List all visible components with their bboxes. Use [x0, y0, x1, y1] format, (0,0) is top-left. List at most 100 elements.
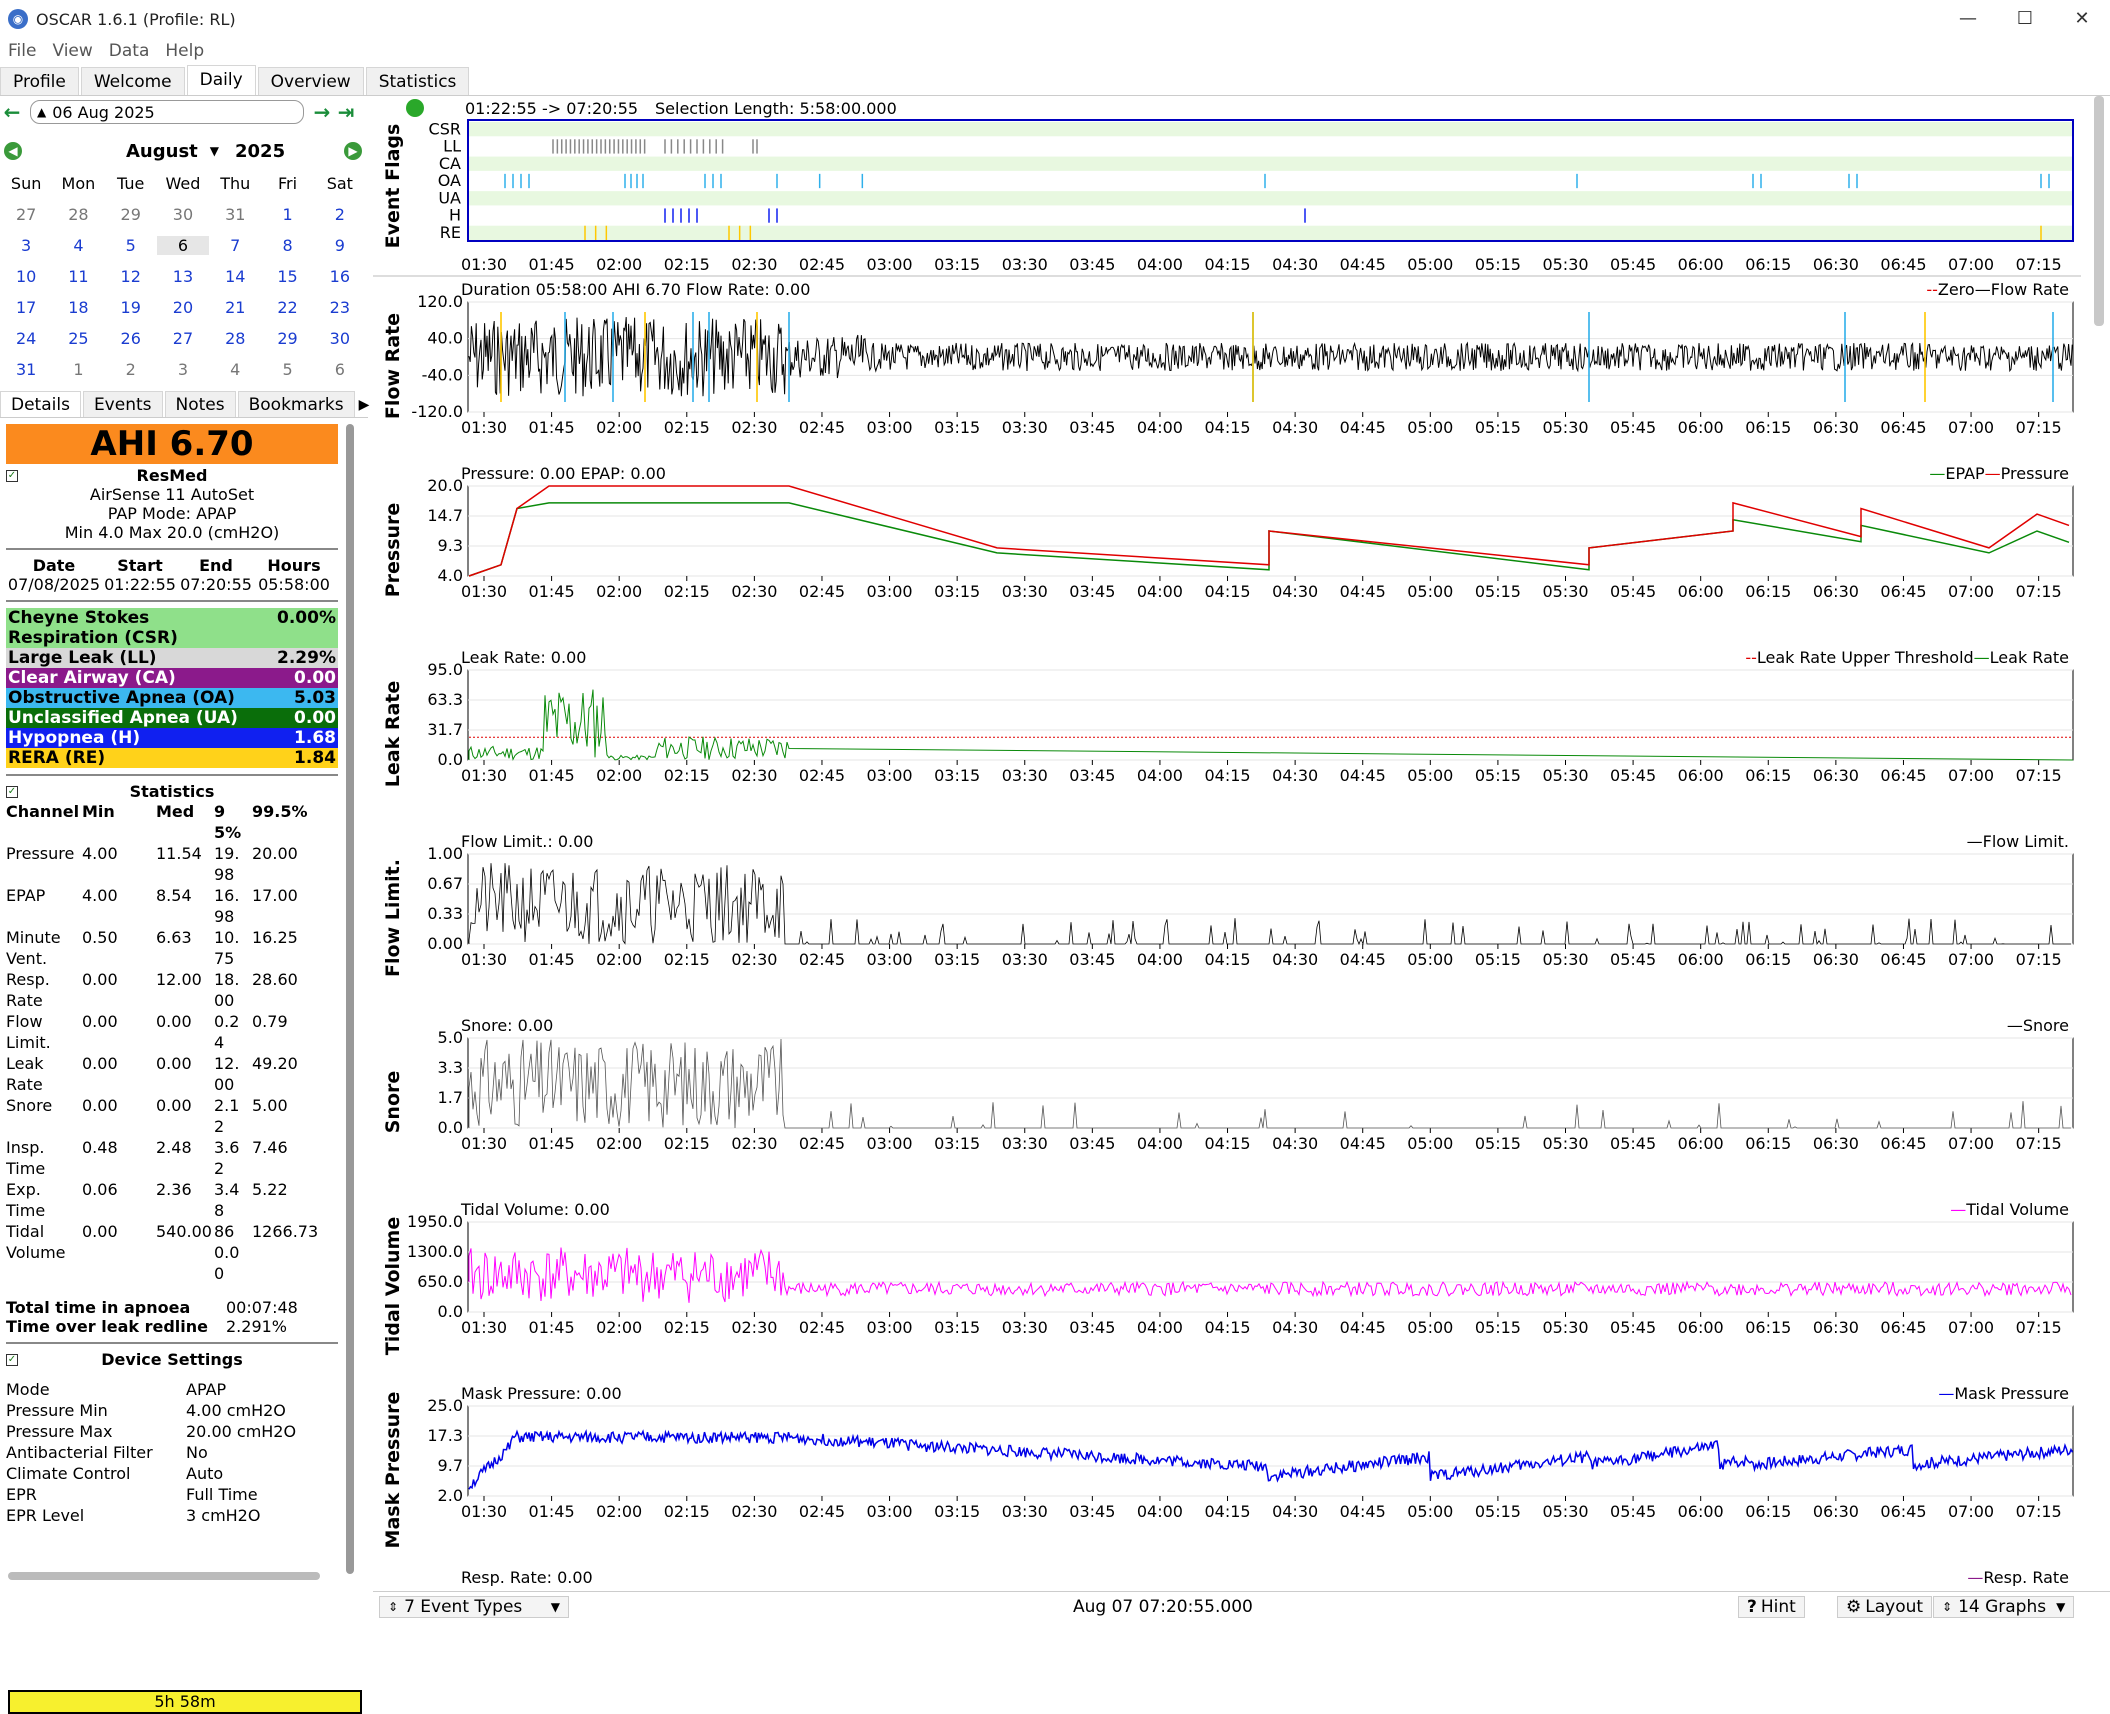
month-dropdown-icon[interactable]: ▼: [210, 144, 219, 158]
graph-leak-rate[interactable]: Leak Rate Leak Rate: 0.00 --Leak Rate Uppe…: [373, 648, 2081, 820]
calendar-year[interactable]: 2025: [235, 141, 285, 162]
index-row[interactable]: Obstructive Apnea (OA) 5.03: [6, 688, 338, 708]
calendar-day[interactable]: 17: [0, 298, 52, 317]
calendar-day[interactable]: 15: [261, 267, 313, 286]
calendar-day[interactable]: 5: [261, 360, 313, 379]
previous-month-icon[interactable]: ◀: [4, 142, 22, 160]
index-row[interactable]: Hypopnea (H) 1.68: [6, 728, 338, 748]
graph-flow-limit[interactable]: Flow Limit. Flow Limit.: 0.00 —Flow Limit.…: [373, 832, 2081, 1004]
calendar-day[interactable]: 29: [105, 205, 157, 224]
tab-events[interactable]: Events: [82, 391, 163, 417]
index-row[interactable]: Cheyne Stokes Respiration (CSR) 0.00%: [6, 608, 338, 648]
graph-snore[interactable]: Snore Snore: 0.00 —Snore 5.0 3.3 1.7 0.0 01:30 0…: [373, 1016, 2081, 1188]
calendar-day[interactable]: 13: [157, 267, 209, 286]
calendar-day[interactable]: 28: [209, 329, 261, 348]
calendar-day[interactable]: 4: [209, 360, 261, 379]
graph-pressure[interactable]: Pressure Pressure: 0.00 EPAP: 0.00 —EPAP—P…: [373, 464, 2081, 636]
calendar-day[interactable]: 6: [156, 236, 210, 255]
calendar-day[interactable]: 24: [0, 329, 52, 348]
menu-data[interactable]: Data: [101, 41, 158, 61]
tab-welcome[interactable]: Welcome: [80, 67, 185, 95]
graph-plot[interactable]: 20.0 14.7 9.3 4.001:30 01:45 02:00 02:15 02:30 0…: [373, 464, 2081, 636]
graph-flow-rate[interactable]: Flow Rate Duration 05:58:00 AHI 6.70 Flow…: [373, 280, 2081, 452]
calendar-day[interactable]: 25: [52, 329, 104, 348]
tab-notes[interactable]: Notes: [164, 391, 236, 417]
menu-view[interactable]: View: [44, 41, 100, 61]
graph-plot[interactable]: [373, 1568, 2081, 1586]
tab-profile[interactable]: Profile: [0, 67, 79, 95]
graphs-scrollbar[interactable]: [2094, 96, 2104, 326]
layout-button[interactable]: ⚙ Layout: [1837, 1596, 1933, 1618]
machine-checkbox[interactable]: ✓: [6, 469, 18, 482]
calendar-day[interactable]: 9: [314, 236, 366, 255]
graph-plot[interactable]: 25.0 17.3 9.7 2.001:30 01:45 02:00 02:15 02:30 0…: [373, 1384, 2081, 1556]
next-day-arrow-icon[interactable]: →: [310, 100, 334, 124]
calendar-day[interactable]: 23: [314, 298, 366, 317]
calendar-day[interactable]: 19: [105, 298, 157, 317]
minimize-button[interactable]: —: [1943, 4, 1993, 32]
tab-scroll-right-icon[interactable]: ▶: [357, 393, 372, 417]
next-month-icon[interactable]: ▶: [344, 142, 362, 160]
previous-day-arrow-icon[interactable]: ←: [0, 100, 24, 124]
calendar-day[interactable]: 30: [314, 329, 366, 348]
statistics-checkbox[interactable]: ✓: [6, 785, 18, 798]
calendar-day[interactable]: 10: [0, 267, 52, 286]
index-row[interactable]: Clear Airway (CA) 0.00: [6, 668, 338, 688]
event-types-dropdown[interactable]: ⇕ 7 Event Types ▼: [379, 1596, 569, 1618]
calendar-day[interactable]: 2: [314, 205, 366, 224]
graph-mask-pressure[interactable]: Mask Pressure Mask Pressure: 0.00 —Mask Pr…: [373, 1384, 2081, 1556]
calendar-day[interactable]: 27: [0, 205, 52, 224]
calendar-day[interactable]: 1: [261, 205, 313, 224]
calendar-day[interactable]: 18: [52, 298, 104, 317]
calendar-day[interactable]: 3: [157, 360, 209, 379]
graph-plot[interactable]: 1950.0 1300.0 650.0 0.001:30 01:45 02:00 02:15…: [373, 1200, 2081, 1372]
calendar-day[interactable]: 21: [209, 298, 261, 317]
calendar-day[interactable]: 2: [105, 360, 157, 379]
index-row[interactable]: Unclassified Apnea (UA) 0.00: [6, 708, 338, 728]
graph-plot[interactable]: 5.0 3.3 1.7 0.001:30 01:45 02:00 02:15 02:30 02:…: [373, 1016, 2081, 1188]
calendar-day[interactable]: 31: [0, 360, 52, 379]
calendar-day[interactable]: 27: [157, 329, 209, 348]
calendar-day[interactable]: 3: [0, 236, 52, 255]
calendar-day[interactable]: 14: [209, 267, 261, 286]
calendar-day[interactable]: 7: [209, 236, 261, 255]
graphs-count-button[interactable]: ⇕ 14 Graphs ▼: [1933, 1596, 2075, 1618]
graph-tidal-volume[interactable]: Tidal Volume Tidal Volume: 0.00 —Tidal Vol…: [373, 1200, 2081, 1372]
index-row[interactable]: Large Leak (LL) 2.29%: [6, 648, 338, 668]
index-row[interactable]: RERA (RE) 1.84: [6, 748, 338, 768]
graph-plot[interactable]: 95.0 63.3 31.7 0.001:30 01:45 02:00 02:15 02:30…: [373, 648, 2081, 820]
menu-file[interactable]: File: [0, 41, 44, 61]
tab-details[interactable]: Details: [0, 391, 81, 417]
calendar-day[interactable]: 29: [261, 329, 313, 348]
calendar-day[interactable]: 20: [157, 298, 209, 317]
settings-checkbox[interactable]: ✓: [6, 1353, 18, 1366]
calendar-day[interactable]: 30: [157, 205, 209, 224]
last-day-arrow-icon[interactable]: ⇥: [334, 100, 358, 124]
menu-help[interactable]: Help: [157, 41, 212, 61]
calendar-day[interactable]: 8: [261, 236, 313, 255]
calendar-day[interactable]: 11: [52, 267, 104, 286]
graph-plot[interactable]: 120.0 40.0 -40.0 -120.001:30 01:45 02:00 02:15…: [373, 280, 2081, 452]
calendar-day[interactable]: 4: [52, 236, 104, 255]
close-button[interactable]: ✕: [2057, 4, 2107, 32]
graph-plot[interactable]: 1.00 0.67 0.33 0.0001:30 01:45 02:00 02:15 02:3…: [373, 832, 2081, 1004]
details-horizontal-scrollbar[interactable]: [8, 1572, 320, 1580]
calendar-day[interactable]: 28: [52, 205, 104, 224]
calendar-day[interactable]: 26: [105, 329, 157, 348]
calendar-day[interactable]: 6: [314, 360, 366, 379]
calendar-day[interactable]: 5: [105, 236, 157, 255]
calendar-day[interactable]: 31: [209, 205, 261, 224]
maximize-button[interactable]: ☐: [2000, 4, 2050, 32]
calendar-day[interactable]: 22: [261, 298, 313, 317]
tab-statistics[interactable]: Statistics: [365, 67, 470, 95]
tab-overview[interactable]: Overview: [257, 67, 364, 95]
calendar-day[interactable]: 12: [105, 267, 157, 286]
graph-plot[interactable]: 01:22:55 -> 07:20:55 Selection Length: 5:…: [373, 96, 2081, 277]
graph-event-flags[interactable]: Event Flags 01:22:55 -> 07:20:55 Selection…: [373, 96, 2081, 277]
tab-daily[interactable]: Daily: [186, 65, 256, 95]
calendar-month[interactable]: August: [126, 141, 198, 162]
calendar-day[interactable]: 16: [314, 267, 366, 286]
tab-bookmarks[interactable]: Bookmarks: [237, 391, 355, 417]
calendar-day[interactable]: 1: [52, 360, 104, 379]
graph-resp-rate[interactable]: Resp. Rate: 0.00 —Resp. Rate: [373, 1568, 2081, 1586]
